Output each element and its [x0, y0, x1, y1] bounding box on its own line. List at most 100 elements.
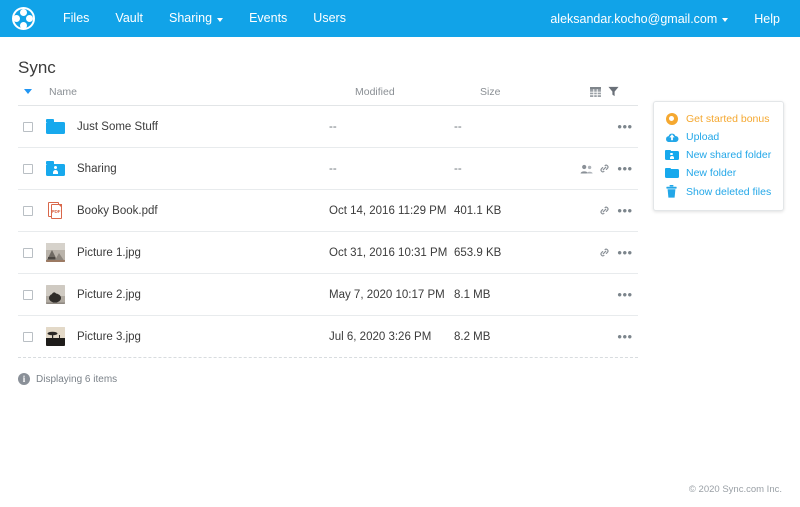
- row-modified: --: [329, 120, 337, 133]
- row-modified: Oct 31, 2016 10:31 PM: [329, 246, 448, 259]
- row-overflow-menu-icon[interactable]: •••: [617, 330, 632, 343]
- row-size: 8.2 MB: [454, 330, 491, 343]
- item-count-label: Displaying 6 items: [36, 373, 118, 385]
- nav-right-group: aleksandar.kocho@gmail.com Help: [540, 12, 800, 26]
- table-row[interactable]: PDF Booky Book.pdf Oct 14, 2016 11:29 PM…: [18, 190, 638, 232]
- row-checkbox[interactable]: [23, 331, 33, 342]
- nav-item-label: Vault: [115, 11, 143, 25]
- panel-item-label: Upload: [686, 131, 720, 143]
- row-file-icon: [38, 243, 72, 262]
- columns-grid-icon[interactable]: [590, 86, 601, 97]
- row-actions: [564, 247, 612, 258]
- row-checkbox[interactable]: [23, 289, 33, 300]
- table-header-row: Name Modified Size: [18, 84, 638, 106]
- chevron-down-icon: [217, 17, 224, 22]
- image-thumbnail: [45, 243, 65, 262]
- nav-item-events[interactable]: Events: [236, 0, 300, 37]
- link-icon[interactable]: [599, 247, 610, 258]
- row-size: 653.9 KB: [454, 246, 502, 259]
- link-icon[interactable]: [599, 205, 610, 216]
- row-menu-cell: •••: [612, 288, 638, 301]
- actions-panel: Get started bonus Upload New shared fold…: [653, 101, 784, 211]
- column-header-modified[interactable]: Modified: [355, 86, 480, 98]
- column-header-name[interactable]: Name: [38, 86, 355, 98]
- table-tools: [590, 86, 638, 97]
- row-modified: --: [329, 162, 337, 175]
- row-menu-cell: •••: [612, 204, 638, 217]
- row-checkbox[interactable]: [23, 205, 33, 216]
- row-checkbox[interactable]: [23, 163, 33, 174]
- panel-item-new-folder[interactable]: New folder: [654, 164, 783, 182]
- panel-item-get-started-bonus[interactable]: Get started bonus: [654, 110, 783, 128]
- nav-links: Files Vault Sharing Events Users: [50, 0, 359, 37]
- row-overflow-menu-icon[interactable]: •••: [617, 204, 632, 217]
- row-checkbox-cell: [18, 163, 38, 174]
- column-header-size[interactable]: Size: [480, 86, 590, 98]
- nav-item-vault[interactable]: Vault: [102, 0, 156, 37]
- shared-folder-icon: [45, 161, 65, 176]
- row-actions: [564, 205, 612, 216]
- row-name[interactable]: Picture 2.jpg: [72, 289, 329, 301]
- row-overflow-menu-icon[interactable]: •••: [617, 120, 632, 133]
- row-overflow-menu-icon[interactable]: •••: [617, 288, 632, 301]
- trash-icon: [664, 185, 679, 198]
- folder-icon: [45, 119, 65, 134]
- table-row[interactable]: Sharing -- -- •••: [18, 148, 638, 190]
- row-modified: May 7, 2020 10:17 PM: [329, 288, 445, 301]
- panel-item-label: Show deleted files: [686, 185, 772, 198]
- row-name[interactable]: Picture 1.jpg: [72, 247, 329, 259]
- nav-item-label: Users: [313, 11, 346, 25]
- row-name[interactable]: Just Some Stuff: [72, 121, 329, 133]
- row-overflow-menu-icon[interactable]: •••: [617, 246, 632, 259]
- row-checkbox-cell: [18, 205, 38, 216]
- table-row[interactable]: Picture 2.jpg May 7, 2020 10:17 PM 8.1 M…: [18, 274, 638, 316]
- row-menu-cell: •••: [612, 246, 638, 259]
- row-file-icon: PDF: [38, 201, 72, 220]
- link-icon[interactable]: [599, 163, 610, 174]
- copyright-text: © 2020 Sync.com Inc.: [688, 484, 782, 495]
- nav-item-files[interactable]: Files: [50, 0, 102, 37]
- row-name[interactable]: Booky Book.pdf: [72, 205, 329, 217]
- row-checkbox[interactable]: [23, 121, 33, 132]
- sort-toggle[interactable]: [18, 89, 38, 94]
- row-file-icon: [38, 285, 72, 304]
- row-checkbox-cell: [18, 331, 38, 342]
- people-icon[interactable]: [580, 164, 593, 174]
- app-root: Files Vault Sharing Events Users aleksan…: [0, 0, 800, 507]
- account-menu[interactable]: aleksandar.kocho@gmail.com: [540, 12, 738, 26]
- image-thumbnail: [45, 327, 65, 346]
- panel-item-show-deleted-files[interactable]: Show deleted files: [654, 182, 783, 201]
- account-email: aleksandar.kocho@gmail.com: [550, 11, 718, 26]
- nav-item-sharing[interactable]: Sharing: [156, 0, 236, 37]
- table-row[interactable]: Just Some Stuff -- -- •••: [18, 106, 638, 148]
- row-size: --: [454, 120, 462, 133]
- row-name[interactable]: Sharing: [72, 163, 329, 175]
- row-checkbox[interactable]: [23, 247, 33, 258]
- folder-icon: [664, 167, 679, 179]
- row-overflow-menu-icon[interactable]: •••: [617, 162, 632, 175]
- info-icon: i: [18, 373, 30, 385]
- row-size: --: [454, 162, 462, 175]
- nav-item-label: Files: [63, 11, 90, 25]
- row-file-icon: [38, 327, 72, 346]
- table-row[interactable]: Picture 3.jpg Jul 6, 2020 3:26 PM 8.2 MB…: [18, 316, 638, 358]
- sync-logo-icon: [11, 7, 35, 30]
- help-link[interactable]: Help: [738, 12, 786, 26]
- sync-logo[interactable]: [0, 0, 46, 37]
- row-checkbox-cell: [18, 121, 38, 132]
- row-actions: [564, 163, 612, 174]
- image-thumbnail: [45, 285, 65, 304]
- filter-funnel-icon[interactable]: [608, 86, 619, 97]
- row-menu-cell: •••: [612, 162, 638, 175]
- panel-item-new-shared-folder[interactable]: New shared folder: [654, 146, 783, 164]
- row-modified: Oct 14, 2016 11:29 PM: [329, 204, 447, 217]
- row-checkbox-cell: [18, 247, 38, 258]
- row-name[interactable]: Picture 3.jpg: [72, 331, 329, 343]
- shared-folder-icon: [664, 149, 679, 161]
- nav-item-users[interactable]: Users: [300, 0, 359, 37]
- panel-item-label: New shared folder: [686, 149, 772, 161]
- panel-item-upload[interactable]: Upload: [654, 128, 783, 146]
- table-row[interactable]: Picture 1.jpg Oct 31, 2016 10:31 PM 653.…: [18, 232, 638, 274]
- row-menu-cell: •••: [612, 120, 638, 133]
- pdf-file-icon: PDF: [47, 201, 63, 220]
